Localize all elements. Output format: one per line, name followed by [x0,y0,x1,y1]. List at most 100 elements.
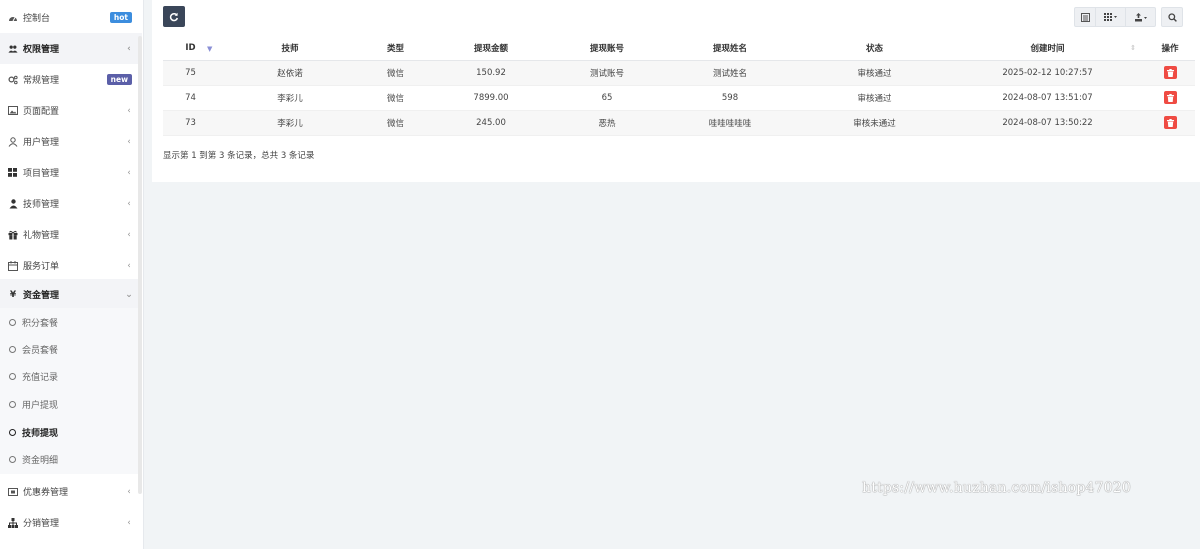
columns-button[interactable] [1096,7,1126,27]
new-badge: new [106,74,132,85]
sort-both-icon: ⇕ [1130,44,1136,52]
sidebar-item-label: 项目管理 [23,169,60,179]
sidebar-item-dashboard[interactable]: 控制台 hot [0,2,142,33]
sidebar-item-distribution[interactable]: 分销管理 ‹ [0,507,142,538]
sidebar-item-permissions[interactable]: 权限管理 ‹ [0,33,142,64]
hot-badge: hot [109,12,132,23]
chevron-left-icon: ‹ [127,105,131,116]
sidebar-item-technicians[interactable]: 技师管理 ‹ [0,188,142,219]
ticket-icon [8,487,18,497]
submenu-item-label: 积分套餐 [22,319,59,329]
circle-icon [9,401,16,408]
pagination-summary: 显示第 1 到第 3 条记录，总共 3 条记录 [163,151,315,161]
circle-icon [9,346,16,353]
cell-amount: 150.92 [429,60,553,86]
column-header-id[interactable]: ID ▼ [163,36,218,61]
users-icon [8,44,18,54]
cell-id: 73 [163,110,218,136]
cell-name: 哇哇哇哇哇 [661,110,799,136]
chevron-left-icon: ‹ [127,136,131,147]
withdraw-table: ID ▼ 技师 类型 提现金额 提现账号 提现姓名 状态 创建时间 ⇕ 操作 75 … [163,36,1195,136]
cell-name: 598 [661,85,799,111]
submenu-item-technician-withdraw[interactable]: 技师提现 [0,419,142,446]
sidebar-item-label: 优惠券管理 [23,488,69,498]
circle-icon [9,319,16,326]
sidebar-item-projects[interactable]: 项目管理 ‹ [0,157,142,188]
chevron-left-icon: ‹ [127,167,131,178]
sidebar-item-finance[interactable]: ¥ 资金管理 ⌄ [0,279,142,310]
dashboard-icon [8,13,18,23]
cell-id: 75 [163,60,218,86]
column-header-technician: 技师 [218,36,362,61]
submenu-item-label: 会员套餐 [22,346,59,356]
refresh-button[interactable] [163,6,185,27]
cell-created: 2024-08-07 13:50:22 [950,110,1145,136]
table-row[interactable]: 75 赵依诺 微信 150.92 测试账号 测试姓名 审核通过 2025-02-… [163,60,1195,86]
cell-status: 审核通过 [799,60,950,86]
sidebar-item-label: 技师管理 [23,200,60,210]
delete-button[interactable] [1163,91,1177,104]
cell-actions [1145,110,1195,136]
cell-actions [1145,85,1195,111]
submenu-item-points-package[interactable]: 积分套餐 [0,309,142,336]
cell-name: 测试姓名 [661,60,799,86]
sidebar-item-label: 控制台 [23,14,51,24]
column-header-account: 提现账号 [553,36,661,61]
delete-button[interactable] [1163,116,1177,129]
cell-created: 2025-02-12 10:27:57 [950,60,1145,86]
submenu-item-label: 充值记录 [22,373,59,383]
sidebar-item-users[interactable]: 用户管理 ‹ [0,126,142,157]
toggle-view-button[interactable] [1074,7,1096,27]
search-button[interactable] [1161,7,1183,27]
search-icon [1167,12,1177,22]
sidebar-item-label: 资金管理 [23,291,60,301]
column-header-amount: 提现金额 [429,36,553,61]
sidebar-item-gifts[interactable]: 礼物管理 ‹ [0,219,142,250]
submenu-item-fund-details[interactable]: 资金明细 [0,446,142,473]
sidebar-item-coupons[interactable]: 优惠券管理 ‹ [0,476,142,507]
cell-status: 审核通过 [799,85,950,111]
submenu-item-label: 用户提现 [22,401,59,411]
sidebar-item-label: 页面配置 [23,107,60,117]
table-toolbar [1074,7,1156,27]
yen-icon: ¥ [9,289,17,300]
sidebar-item-general[interactable]: 常规管理 new [0,64,142,95]
submenu-item-member-package[interactable]: 会员套餐 [0,336,142,363]
sidebar-scrollbar[interactable] [138,36,142,494]
person-icon [8,198,18,209]
list-view-icon [1080,12,1090,22]
grid-icon [8,168,18,178]
chevron-left-icon: ‹ [127,260,131,271]
cell-amount: 245.00 [429,110,553,136]
delete-button[interactable] [1163,66,1177,79]
submenu-item-recharge-records[interactable]: 充值记录 [0,363,142,390]
cell-amount: 7899.00 [429,85,553,111]
cell-account: 测试账号 [553,60,661,86]
column-header-actions: 操作 [1145,36,1195,61]
column-header-status: 状态 [799,36,950,61]
circle-icon [9,373,16,380]
table-row[interactable]: 74 李彩儿 微信 7899.00 65 598 审核通过 2024-08-07… [163,85,1195,111]
submenu-item-user-withdraw[interactable]: 用户提现 [0,391,142,418]
submenu-item-label: 技师提现 [22,429,59,439]
export-button[interactable] [1126,7,1156,27]
sidebar-item-label: 服务订单 [23,262,60,272]
sidebar-item-label: 权限管理 [23,45,60,55]
sidebar-item-service-orders[interactable]: 服务订单 ‹ [0,250,142,281]
table-header-row: ID ▼ 技师 类型 提现金额 提现账号 提现姓名 状态 创建时间 ⇕ 操作 [163,36,1195,61]
sidebar: 控制台 hot 权限管理 ‹ 常规管理 new 页面配置 ‹ 用户管理 ‹ 项目… [0,0,144,549]
circle-icon [9,429,16,436]
column-header-created[interactable]: 创建时间 ⇕ [950,36,1145,61]
export-icon [1134,12,1147,21]
search-toolbar [1161,7,1183,27]
cogs-icon [8,75,18,85]
cell-created: 2024-08-07 13:51:07 [950,85,1145,111]
cell-actions [1145,60,1195,86]
sidebar-item-label: 用户管理 [23,138,60,148]
table-row[interactable]: 73 李彩儿 微信 245.00 恶热 哇哇哇哇哇 审核未通过 2024-08-… [163,110,1195,136]
cell-account: 恶热 [553,110,661,136]
sidebar-item-page-config[interactable]: 页面配置 ‹ [0,95,142,126]
cell-id: 74 [163,85,218,111]
gift-icon [8,230,18,240]
refresh-icon [169,12,179,21]
